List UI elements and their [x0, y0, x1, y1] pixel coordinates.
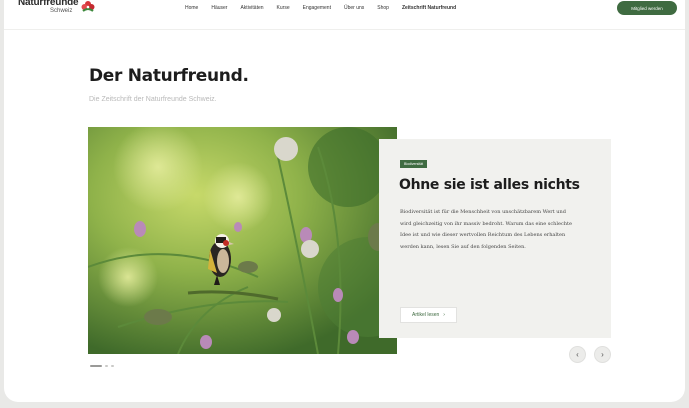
logo-text: Naturfreunde: [18, 0, 79, 8]
nav-item-kurse[interactable]: Kurse: [277, 5, 290, 11]
nav-item-haeuser[interactable]: Häuser: [211, 5, 227, 11]
chevron-left-icon: ‹: [576, 350, 579, 359]
logo-subtext: Schweiz: [50, 8, 73, 14]
read-article-button[interactable]: Artikel lesen ›: [400, 307, 457, 323]
become-member-button[interactable]: Mitglied werden: [617, 1, 677, 15]
chevron-right-icon: ›: [601, 350, 604, 359]
feature-body: Biodiversität ist für die Menschheit von…: [400, 209, 572, 250]
nav-item-ueber-uns[interactable]: Über uns: [344, 5, 364, 11]
read-article-label: Artikel lesen: [412, 312, 440, 318]
nav-item-home[interactable]: Home: [185, 5, 198, 11]
nav-item-zeitschrift[interactable]: Zeitschrift Naturfreund: [402, 5, 456, 11]
page-title: Der Naturfreund.: [89, 66, 249, 86]
page-frame: Naturfreunde Schweiz Home Häuser Aktivit…: [4, 0, 685, 402]
carousel-dot-2[interactable]: [105, 365, 108, 367]
site-header: Naturfreunde Schweiz Home Häuser Aktivit…: [4, 0, 685, 30]
feature-title: Ohne sie ist alles nichts: [399, 177, 580, 193]
carousel-dots: [90, 365, 114, 367]
main-nav: Home Häuser Aktivitäten Kurse Engagement…: [185, 5, 469, 11]
nav-item-aktivitaeten[interactable]: Aktivitäten: [240, 5, 263, 11]
carousel-prev-button[interactable]: ‹: [569, 346, 586, 363]
chevron-right-icon: ›: [443, 312, 445, 318]
nav-item-shop[interactable]: Shop: [377, 5, 389, 11]
feature-card: Biodiversität Ohne sie ist alles nichts …: [379, 139, 611, 338]
nav-item-engagement[interactable]: Engagement: [303, 5, 331, 11]
category-tag: Biodiversität: [400, 160, 428, 168]
logo-flower-icon: [80, 0, 96, 19]
goldfinch-thistle-illustration: [88, 127, 397, 354]
carousel-dot-3[interactable]: [111, 365, 114, 367]
carousel-dot-1[interactable]: [90, 365, 102, 367]
page-subtitle: Die Zeitschrift der Naturfreunde Schweiz…: [89, 96, 217, 103]
carousel-next-button[interactable]: ›: [594, 346, 611, 363]
hero-image: [88, 127, 397, 354]
